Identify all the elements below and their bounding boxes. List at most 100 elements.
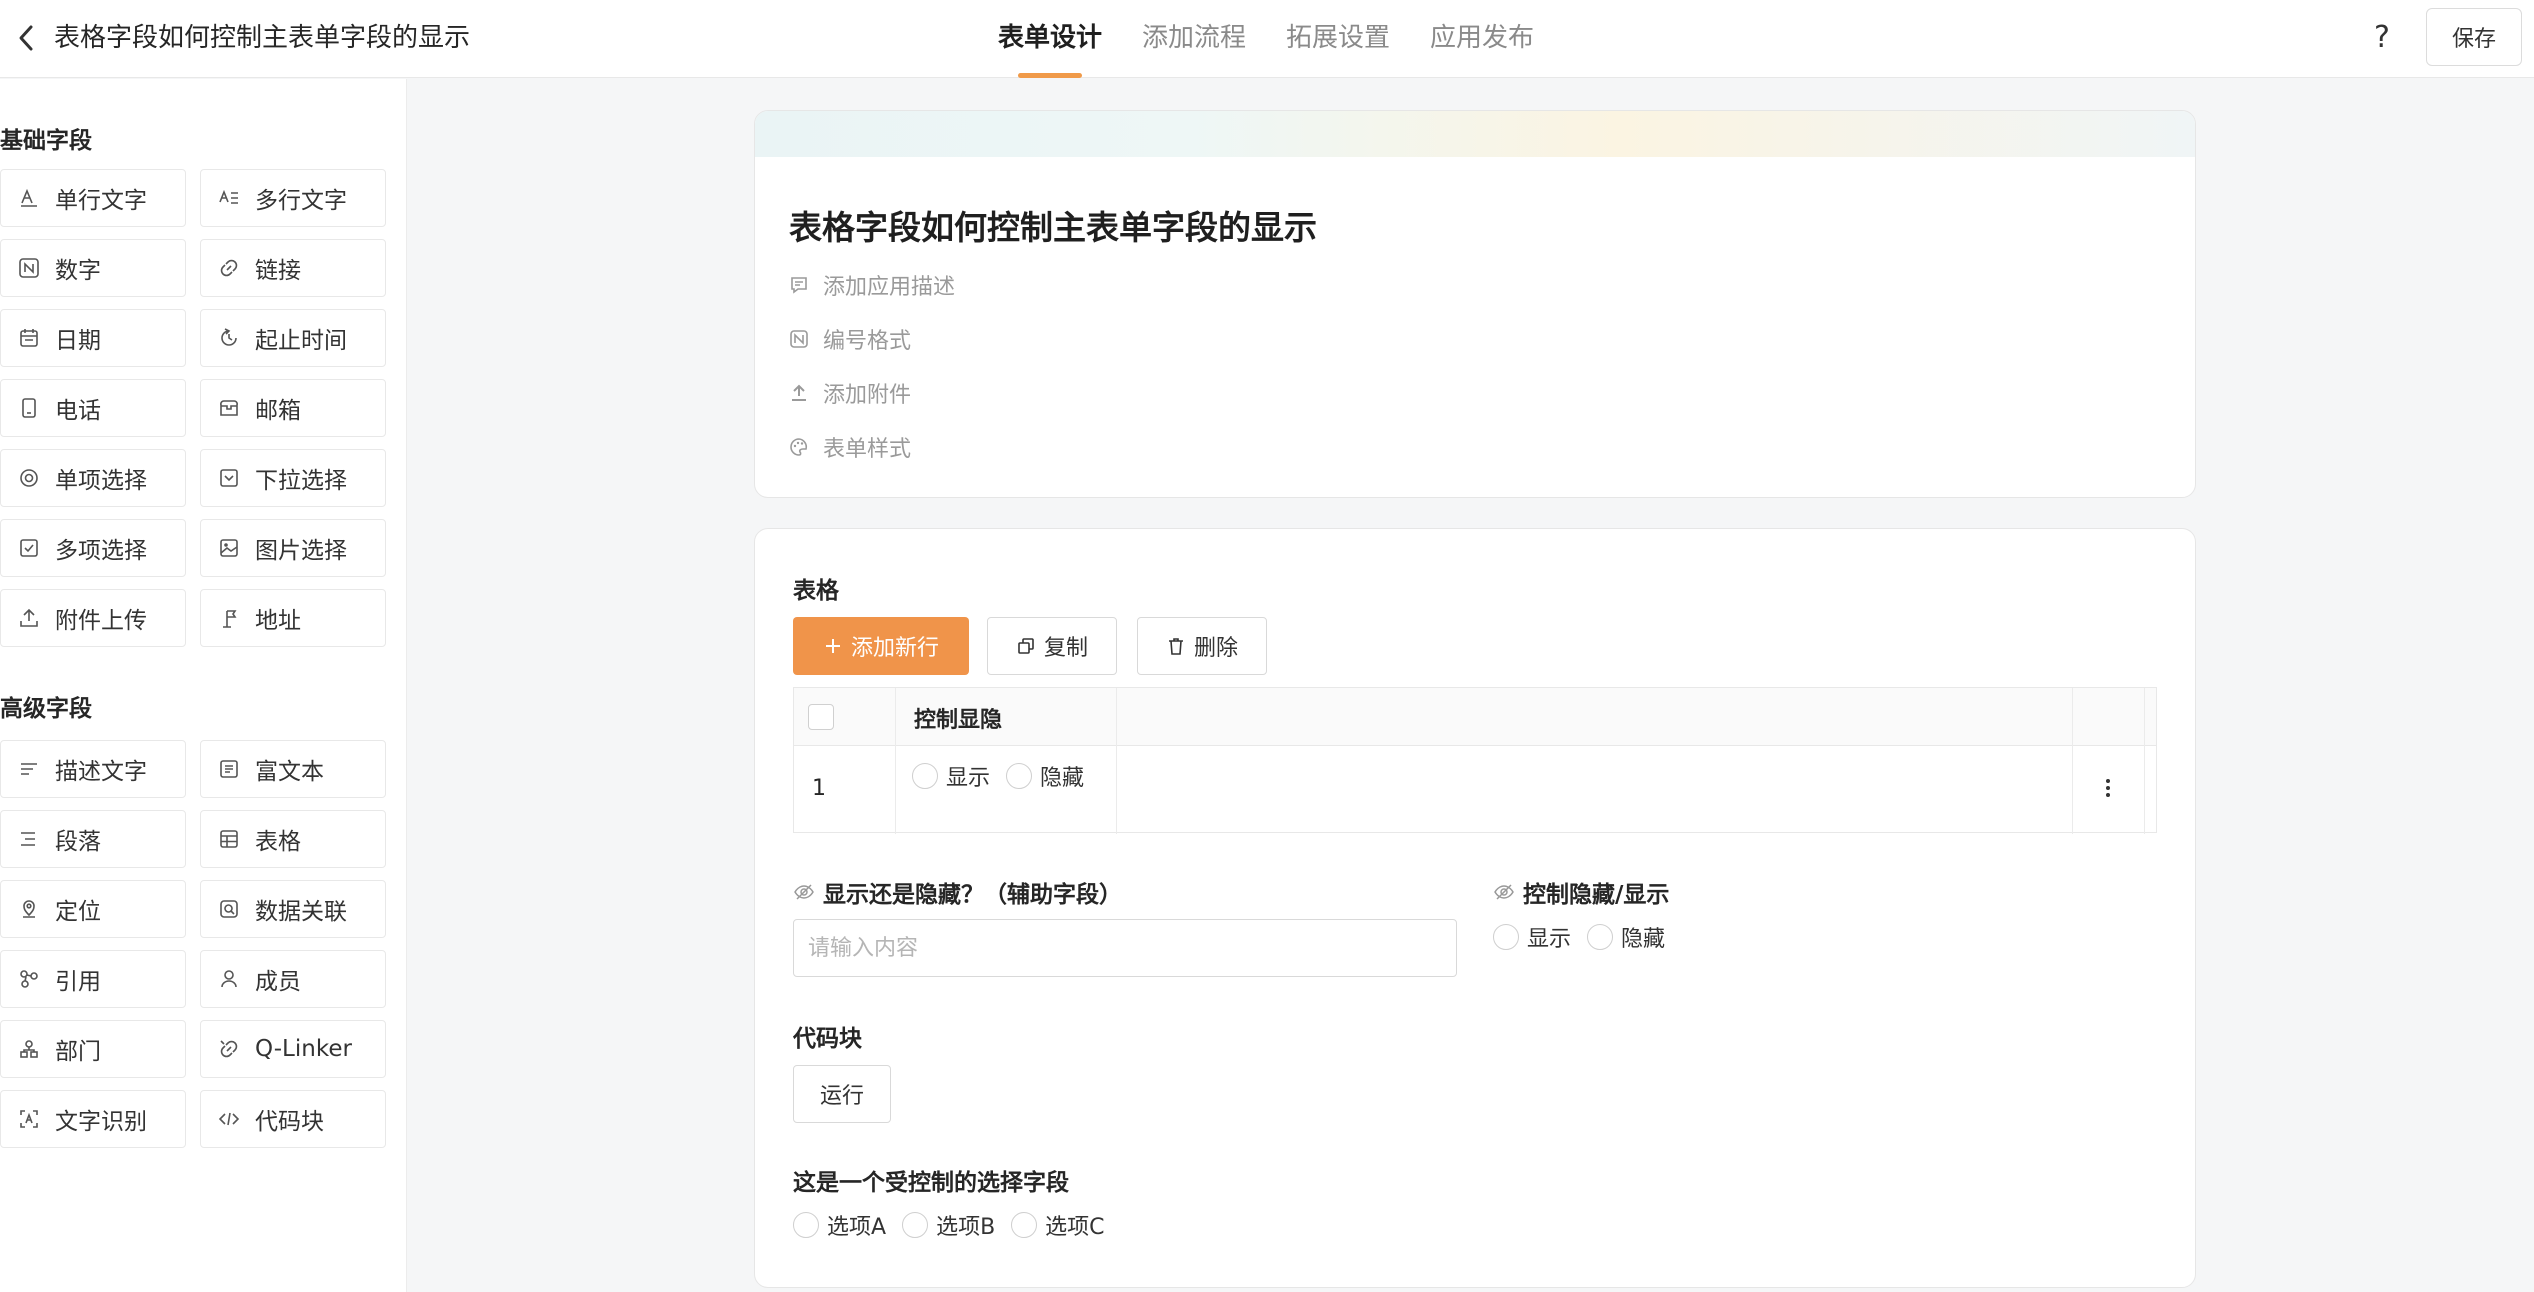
- copy-button[interactable]: 复制: [987, 617, 1117, 675]
- app-title: 表格字段如何控制主表单字段的显示: [54, 23, 471, 53]
- select-all-checkbox[interactable]: [808, 704, 834, 730]
- form-banner: [755, 111, 2195, 157]
- field-data-link[interactable]: 数据关联: [200, 880, 386, 938]
- form-style-label: 表单样式: [823, 437, 912, 462]
- form-title[interactable]: 表格字段如何控制主表单字段的显示: [789, 201, 1317, 249]
- field-label: 数字: [55, 258, 101, 284]
- field-attachment-upload[interactable]: 附件上传: [0, 589, 186, 647]
- more-vertical-icon: [2106, 779, 2110, 797]
- row-more-button[interactable]: [2096, 770, 2120, 806]
- control-field-label: 控制隐藏/显示: [1523, 882, 1670, 908]
- tab-add-flow[interactable]: 添加流程: [1142, 0, 1246, 78]
- radio-icon: [17, 466, 41, 490]
- delete-button[interactable]: 删除: [1137, 617, 1267, 675]
- controlled-select-group: 选项A 选项B 选项C: [793, 1209, 1121, 1241]
- help-button[interactable]: ?: [2364, 18, 2400, 58]
- calendar-icon: [17, 326, 41, 350]
- link-icon: [217, 256, 241, 280]
- field-reference[interactable]: 引用: [0, 950, 186, 1008]
- helper-field-label: 显示还是隐藏？（辅助字段）: [823, 882, 1122, 908]
- field-q-linker[interactable]: Q-Linker: [200, 1020, 386, 1078]
- field-department[interactable]: 部门: [0, 1020, 186, 1078]
- field-mailbox[interactable]: 邮箱: [200, 379, 386, 437]
- run-button[interactable]: 运行: [793, 1065, 891, 1123]
- location-icon: [17, 897, 41, 921]
- field-paragraph[interactable]: 段落: [0, 810, 186, 868]
- form-style-link[interactable]: 表单样式: [789, 431, 911, 463]
- add-description-link[interactable]: 添加应用描述: [789, 269, 955, 301]
- add-attachment-link[interactable]: 添加附件: [789, 377, 911, 409]
- advanced-fields-title: 高级字段: [0, 696, 92, 722]
- helper-field-input[interactable]: [793, 919, 1457, 977]
- radio-circle[interactable]: [793, 1212, 819, 1238]
- radio-label: 选项B: [936, 1215, 996, 1240]
- tab-extended-settings[interactable]: 拓展设置: [1286, 0, 1390, 78]
- top-bar: 表格字段如何控制主表单字段的显示 表单设计 添加流程 拓展设置 应用发布 ? 保…: [0, 0, 2534, 78]
- helper-field-label-row: 显示还是隐藏？（辅助字段）: [793, 875, 1122, 909]
- field-date[interactable]: 日期: [0, 309, 186, 367]
- field-number[interactable]: 数字: [0, 239, 186, 297]
- field-label: 数据关联: [255, 899, 347, 925]
- field-multi-choice[interactable]: 多项选择: [0, 519, 186, 577]
- trash-icon: [1168, 638, 1183, 655]
- dropdown-icon: [217, 466, 241, 490]
- radio-option-hide[interactable]: 隐藏: [1006, 760, 1084, 792]
- field-label: 代码块: [255, 1109, 324, 1135]
- field-label: 多项选择: [55, 538, 147, 564]
- eye-hidden-icon: [794, 884, 814, 900]
- number-icon: [17, 256, 41, 280]
- field-label: 引用: [55, 969, 101, 995]
- number-format-link[interactable]: 编号格式: [789, 323, 911, 355]
- radio-circle[interactable]: [1006, 763, 1033, 789]
- field-time-range[interactable]: 起止时间: [200, 309, 386, 367]
- radio-circle[interactable]: [1493, 924, 1519, 950]
- field-multi-line-text[interactable]: 多行文字: [200, 169, 386, 227]
- field-location[interactable]: 定位: [0, 880, 186, 938]
- radio-circle[interactable]: [1011, 1212, 1038, 1238]
- radio-option-show[interactable]: 显示: [1493, 921, 1571, 953]
- member-icon: [217, 967, 241, 991]
- radio-option-hide[interactable]: 隐藏: [1587, 921, 1665, 953]
- row-radio-group: 显示 隐藏: [912, 760, 1100, 792]
- field-table[interactable]: 表格: [200, 810, 386, 868]
- field-ocr[interactable]: 文字识别: [0, 1090, 186, 1148]
- tab-app-publish[interactable]: 应用发布: [1430, 0, 1534, 78]
- field-address[interactable]: 地址: [200, 589, 386, 647]
- field-code-block[interactable]: 代码块: [200, 1090, 386, 1148]
- field-single-line-text[interactable]: 单行文字: [0, 169, 186, 227]
- field-single-choice[interactable]: 单项选择: [0, 449, 186, 507]
- ocr-icon: [17, 1107, 41, 1131]
- code-block-label: 代码块: [793, 1026, 862, 1052]
- field-rich-text[interactable]: 富文本: [200, 740, 386, 798]
- field-dropdown[interactable]: 下拉选择: [200, 449, 386, 507]
- radio-circle[interactable]: [912, 763, 938, 789]
- phone-icon: [17, 396, 41, 420]
- field-phone[interactable]: 电话: [0, 379, 186, 437]
- field-member[interactable]: 成员: [200, 950, 386, 1008]
- field-description-text[interactable]: 描述文字: [0, 740, 186, 798]
- tab-form-design[interactable]: 表单设计: [998, 0, 1102, 78]
- radio-option-b[interactable]: 选项B: [902, 1209, 995, 1241]
- number-icon: [790, 330, 808, 348]
- field-link[interactable]: 链接: [200, 239, 386, 297]
- time-range-icon: [217, 326, 241, 350]
- radio-option-a[interactable]: 选项A: [793, 1209, 886, 1241]
- add-row-button[interactable]: 添加新行: [793, 617, 969, 675]
- radio-label: 选项A: [827, 1215, 887, 1240]
- save-button[interactable]: 保存: [2426, 8, 2522, 66]
- field-image-choice[interactable]: 图片选择: [200, 519, 386, 577]
- radio-option-c[interactable]: 选项C: [1011, 1209, 1105, 1241]
- delete-label: 删除: [1193, 636, 1238, 661]
- field-label: 日期: [55, 328, 101, 354]
- image-icon: [217, 536, 241, 560]
- field-label: 描述文字: [55, 759, 147, 785]
- radio-circle[interactable]: [902, 1212, 929, 1238]
- radio-label: 显示: [1527, 927, 1572, 952]
- address-icon: [217, 606, 241, 630]
- radio-option-show[interactable]: 显示: [912, 760, 990, 792]
- tab-bar: 表单设计 添加流程 拓展设置 应用发布: [998, 0, 1574, 78]
- field-label: 图片选择: [255, 538, 347, 564]
- back-button[interactable]: [8, 20, 44, 56]
- radio-circle[interactable]: [1587, 924, 1614, 950]
- basic-fields-grid: 单行文字 多行文字 数字 链接 日期 起止时间 电话 邮箱 单项选择 下拉选择 …: [0, 169, 386, 647]
